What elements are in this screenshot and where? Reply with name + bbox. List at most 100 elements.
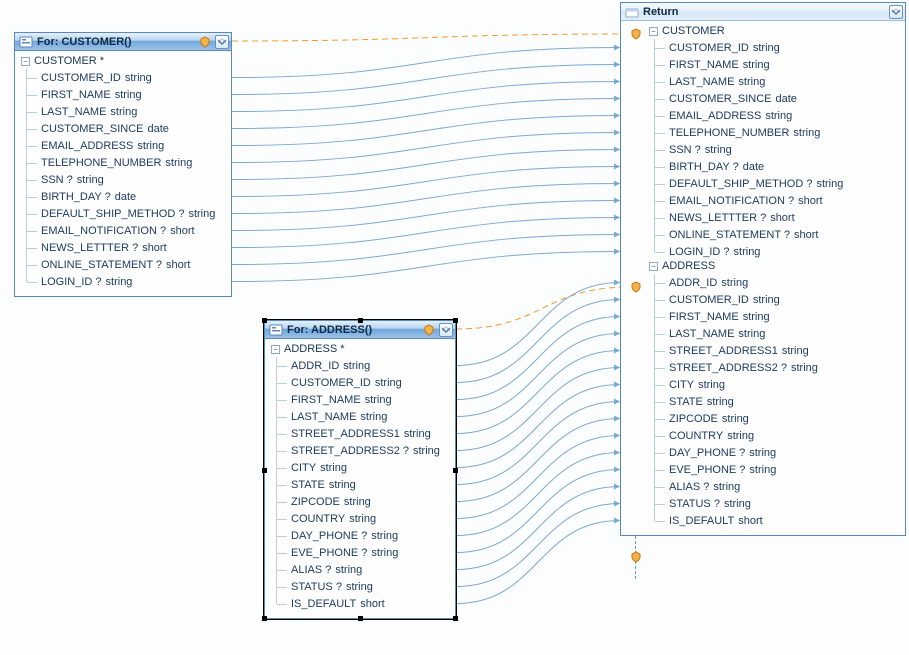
field-address-0[interactable]: ADDR_ID string <box>277 357 449 374</box>
selection-handle[interactable] <box>262 318 267 323</box>
field-return-0-12[interactable]: LOGIN_ID ? string <box>655 243 899 260</box>
field-name: DAY_PHONE ? <box>669 447 745 459</box>
field-return-0-3[interactable]: CUSTOMER_SINCE date <box>655 90 899 107</box>
panel-body: − ADDRESS * ADDR_ID stringCUSTOMER_ID st… <box>265 339 455 618</box>
expander-icon[interactable]: − <box>649 262 658 271</box>
field-name: CITY <box>669 379 694 391</box>
field-address-4[interactable]: STREET_ADDRESS1 string <box>277 425 449 442</box>
field-name: NEWS_LETTTER ? <box>41 242 138 254</box>
field-customer-7[interactable]: BIRTH_DAY ? date <box>27 188 225 205</box>
return-group-customer[interactable]: −CUSTOMER <box>649 25 899 37</box>
return-group-address[interactable]: −ADDRESS <box>649 260 899 272</box>
field-return-0-1[interactable]: FIRST_NAME string <box>655 56 899 73</box>
field-customer-12[interactable]: LOGIN_ID ? string <box>27 273 225 290</box>
field-customer-11[interactable]: ONLINE_STATEMENT ? short <box>27 256 225 273</box>
field-return-1-0[interactable]: ADDR_ID string <box>655 274 899 291</box>
field-address-7[interactable]: STATE string <box>277 476 449 493</box>
field-return-0-10[interactable]: NEWS_LETTTER ? short <box>655 209 899 226</box>
field-address-1[interactable]: CUSTOMER_ID string <box>277 374 449 391</box>
selection-handle[interactable] <box>453 468 458 473</box>
field-return-0-5[interactable]: TELEPHONE_NUMBER string <box>655 124 899 141</box>
field-type: short <box>794 229 818 241</box>
field-return-0-2[interactable]: LAST_NAME string <box>655 73 899 90</box>
expander-icon[interactable]: − <box>271 345 280 354</box>
field-name: CUSTOMER_SINCE <box>41 123 143 135</box>
group-label: ADDRESS <box>662 260 715 272</box>
field-customer-3[interactable]: CUSTOMER_SINCE date <box>27 120 225 137</box>
field-return-1-10[interactable]: DAY_PHONE ? string <box>655 444 899 461</box>
field-address-11[interactable]: EVE_PHONE ? string <box>277 544 449 561</box>
field-address-2[interactable]: FIRST_NAME string <box>277 391 449 408</box>
field-customer-0[interactable]: CUSTOMER_ID string <box>27 69 225 86</box>
selection-handle[interactable] <box>453 318 458 323</box>
expander-icon[interactable]: − <box>649 27 658 36</box>
shield-icon <box>423 324 435 336</box>
field-return-0-11[interactable]: ONLINE_STATEMENT ? short <box>655 226 899 243</box>
field-type: string <box>404 428 431 440</box>
field-return-0-8[interactable]: DEFAULT_SHIP_METHOD ? string <box>655 175 899 192</box>
selection-handle[interactable] <box>262 616 267 621</box>
field-name: NEWS_LETTTER ? <box>669 212 766 224</box>
field-return-1-1[interactable]: CUSTOMER_ID string <box>655 291 899 308</box>
field-address-6[interactable]: CITY string <box>277 459 449 476</box>
panel-titlebar[interactable]: For: CUSTOMER() <box>15 33 231 51</box>
tree-root-address[interactable]: − ADDRESS * <box>271 343 449 355</box>
field-customer-8[interactable]: DEFAULT_SHIP_METHOD ? string <box>27 205 225 222</box>
field-return-0-7[interactable]: BIRTH_DAY ? date <box>655 158 899 175</box>
selection-handle[interactable] <box>262 468 267 473</box>
expander-icon[interactable]: − <box>21 57 30 66</box>
collapse-button[interactable] <box>889 5 903 19</box>
selection-handle[interactable] <box>358 616 363 621</box>
field-return-1-14[interactable]: IS_DEFAULT short <box>655 512 899 529</box>
field-address-10[interactable]: DAY_PHONE ? string <box>277 527 449 544</box>
field-return-0-4[interactable]: EMAIL_ADDRESS string <box>655 107 899 124</box>
selection-handle[interactable] <box>358 318 363 323</box>
field-return-1-13[interactable]: STATUS ? string <box>655 495 899 512</box>
panel-titlebar[interactable]: Return <box>621 3 905 21</box>
field-customer-6[interactable]: SSN ? string <box>27 171 225 188</box>
selection-handle[interactable] <box>453 616 458 621</box>
field-return-1-2[interactable]: FIRST_NAME string <box>655 308 899 325</box>
panel-return[interactable]: Return −CUSTOMERCUSTOMER_ID stringFIRST_… <box>620 2 906 536</box>
field-name: LAST_NAME <box>669 328 734 340</box>
field-customer-4[interactable]: EMAIL_ADDRESS string <box>27 137 225 154</box>
collapse-button[interactable] <box>215 35 229 49</box>
field-return-1-8[interactable]: ZIPCODE string <box>655 410 899 427</box>
field-type: string <box>782 345 809 357</box>
shield-icon <box>630 281 642 293</box>
field-customer-10[interactable]: NEWS_LETTTER ? short <box>27 239 225 256</box>
field-return-1-3[interactable]: LAST_NAME string <box>655 325 899 342</box>
field-address-3[interactable]: LAST_NAME string <box>277 408 449 425</box>
field-type: string <box>738 328 765 340</box>
field-address-8[interactable]: ZIPCODE string <box>277 493 449 510</box>
field-return-1-4[interactable]: STREET_ADDRESS1 string <box>655 342 899 359</box>
field-address-5[interactable]: STREET_ADDRESS2 ? string <box>277 442 449 459</box>
for-icon <box>269 323 283 337</box>
field-address-12[interactable]: ALIAS ? string <box>277 561 449 578</box>
field-customer-1[interactable]: FIRST_NAME string <box>27 86 225 103</box>
panel-for-customer[interactable]: For: CUSTOMER() − CUSTOMER * CUSTOMER_ID… <box>14 32 232 297</box>
field-return-0-9[interactable]: EMAIL_NOTIFICATION ? short <box>655 192 899 209</box>
field-return-1-6[interactable]: CITY string <box>655 376 899 393</box>
field-return-1-11[interactable]: EVE_PHONE ? string <box>655 461 899 478</box>
field-return-1-9[interactable]: COUNTRY string <box>655 427 899 444</box>
field-customer-9[interactable]: EMAIL_NOTIFICATION ? short <box>27 222 225 239</box>
field-return-0-0[interactable]: CUSTOMER_ID string <box>655 39 899 56</box>
panel-titlebar[interactable]: For: ADDRESS() <box>265 321 455 339</box>
field-address-9[interactable]: COUNTRY string <box>277 510 449 527</box>
field-return-0-6[interactable]: SSN ? string <box>655 141 899 158</box>
field-return-1-5[interactable]: STREET_ADDRESS2 ? string <box>655 359 899 376</box>
field-return-1-7[interactable]: STATE string <box>655 393 899 410</box>
tree-root-customer[interactable]: − CUSTOMER * <box>21 55 225 67</box>
field-type: string <box>165 157 192 169</box>
field-customer-5[interactable]: TELEPHONE_NUMBER string <box>27 154 225 171</box>
field-customer-2[interactable]: LAST_NAME string <box>27 103 225 120</box>
panel-for-address[interactable]: For: ADDRESS() − ADDRESS * ADDR_ID strin… <box>264 320 456 619</box>
field-type: string <box>698 379 725 391</box>
field-address-14[interactable]: IS_DEFAULT short <box>277 595 449 612</box>
field-type: string <box>705 144 732 156</box>
field-address-13[interactable]: STATUS ? string <box>277 578 449 595</box>
collapse-button[interactable] <box>439 323 453 337</box>
field-return-1-12[interactable]: ALIAS ? string <box>655 478 899 495</box>
field-type: date <box>775 93 796 105</box>
